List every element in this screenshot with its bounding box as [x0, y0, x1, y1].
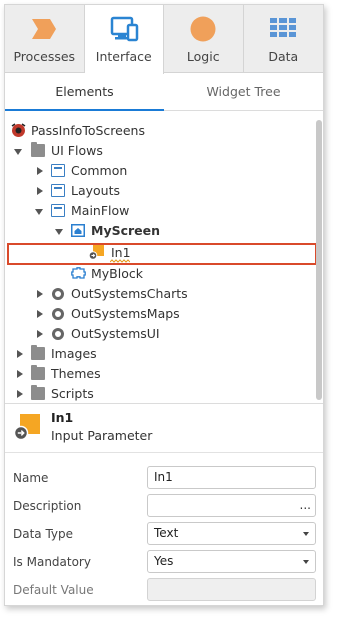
chevron-down-icon[interactable] [35, 209, 43, 215]
chevron-right-icon[interactable] [37, 187, 43, 195]
ui-flow-icon [51, 164, 65, 177]
tree-item-images-label: Images [51, 346, 97, 361]
default-value-field [147, 578, 316, 601]
data-type-select[interactable]: Text [147, 522, 316, 545]
tree-item-themes[interactable]: Themes [5, 364, 323, 384]
module-gear-icon [52, 328, 64, 340]
tree-item-scripts[interactable]: Scripts [5, 384, 323, 404]
name-label: Name [13, 471, 49, 485]
module-gear-icon [52, 308, 64, 320]
tree-item-outsystemscharts[interactable]: OutSystemsCharts [5, 284, 323, 304]
properties-panel: In1 Input Parameter Name In1 Description… [5, 403, 323, 605]
folder-icon [31, 142, 45, 157]
folder-icon [31, 345, 45, 360]
tree-item-themes-label: Themes [51, 366, 101, 381]
tab-interface-label: Interface [95, 49, 152, 64]
divider [5, 452, 323, 453]
data-type-label: Data Type [13, 527, 74, 541]
chevron-down-icon [303, 532, 309, 536]
tree-item-ui-flows[interactable]: UI Flows [5, 141, 323, 161]
tree-item-myblock[interactable]: MyBlock [5, 264, 323, 284]
tree-item-root-label: PassInfoToScreens [31, 123, 145, 138]
tab-processes[interactable]: Processes [5, 5, 85, 73]
tree-item-outsystemsmaps-label: OutSystemsMaps [71, 306, 180, 321]
tree-scrollbar[interactable] [316, 120, 322, 400]
description-expand-button[interactable]: ... [300, 495, 311, 516]
is-mandatory-select[interactable]: Yes [147, 550, 316, 573]
interface-icon [110, 16, 138, 42]
tab-logic[interactable]: Logic [164, 5, 244, 73]
description-field[interactable]: ... [147, 494, 316, 517]
data-type-value: Text [154, 526, 179, 540]
chevron-right-icon[interactable] [37, 290, 43, 298]
tree-item-ui-flows-label: UI Flows [51, 143, 103, 158]
tree-item-layouts-label: Layouts [71, 183, 121, 198]
tree-item-layouts[interactable]: Layouts [5, 181, 323, 201]
tree-item-common-label: Common [71, 163, 128, 178]
processes-icon [32, 19, 57, 39]
sub-tab-bar: Elements Widget Tree [5, 74, 323, 111]
folder-icon [31, 385, 45, 400]
tab-logic-label: Logic [186, 49, 220, 64]
tab-elements[interactable]: Elements [5, 74, 164, 111]
tree-item-myblock-label: MyBlock [91, 266, 143, 281]
chevron-right-icon[interactable] [37, 310, 43, 318]
tab-data[interactable]: Data [244, 5, 324, 73]
ui-flow-icon [51, 184, 65, 197]
elements-panel: Processes Interface Logic Data Elements … [4, 4, 324, 606]
description-label: Description [13, 499, 82, 513]
chevron-right-icon[interactable] [17, 350, 23, 358]
chevron-down-icon [303, 560, 309, 564]
tree-item-outsystemsmaps[interactable]: OutSystemsMaps [5, 304, 323, 324]
screen-icon [71, 224, 85, 237]
selection-highlight [7, 243, 317, 265]
tree-item-common[interactable]: Common [5, 161, 323, 181]
elements-tree: PassInfoToScreens UI Flows Common Layout… [5, 119, 323, 403]
tree-item-mainflow[interactable]: MainFlow [5, 201, 323, 221]
is-mandatory-label: Is Mandatory [13, 555, 91, 569]
folder-icon [31, 365, 45, 380]
chevron-down-icon[interactable] [55, 229, 63, 235]
default-value-label: Default Value [13, 583, 94, 597]
tree-item-outsystemsui-label: OutSystemsUI [71, 326, 160, 341]
tree-item-myscreen[interactable]: MyScreen [5, 221, 323, 241]
ui-flow-icon [51, 204, 65, 217]
tab-processes-label: Processes [13, 49, 76, 64]
is-mandatory-value: Yes [154, 554, 174, 568]
chevron-right-icon[interactable] [37, 167, 43, 175]
logic-icon [190, 16, 216, 42]
block-icon [71, 267, 86, 279]
tree-item-images[interactable]: Images [5, 344, 323, 364]
chevron-right-icon[interactable] [17, 370, 23, 378]
chevron-right-icon[interactable] [17, 390, 23, 398]
chevron-right-icon[interactable] [37, 330, 43, 338]
module-gear-icon [52, 288, 64, 300]
chevron-down-icon[interactable] [14, 149, 22, 155]
element-type: Input Parameter [51, 428, 153, 443]
tree-item-outsystemsui[interactable]: OutSystemsUI [5, 324, 323, 344]
tree-item-mainflow-label: MainFlow [71, 203, 130, 218]
app-icon [11, 123, 26, 137]
tree-item-scripts-label: Scripts [51, 386, 94, 401]
tab-widget-tree[interactable]: Widget Tree [164, 74, 323, 110]
tree-item-outsystemscharts-label: OutSystemsCharts [71, 286, 188, 301]
element-title: In1 [51, 410, 74, 425]
input-parameter-icon [14, 414, 40, 440]
name-field[interactable]: In1 [147, 466, 316, 489]
tree-item-myscreen-label: MyScreen [91, 223, 161, 238]
tab-data-label: Data [268, 49, 299, 64]
tree-item-root[interactable]: PassInfoToScreens [5, 121, 323, 141]
data-icon [270, 18, 297, 37]
tab-interface[interactable]: Interface [84, 5, 164, 74]
top-tab-bar: Processes Interface Logic Data [5, 5, 324, 74]
